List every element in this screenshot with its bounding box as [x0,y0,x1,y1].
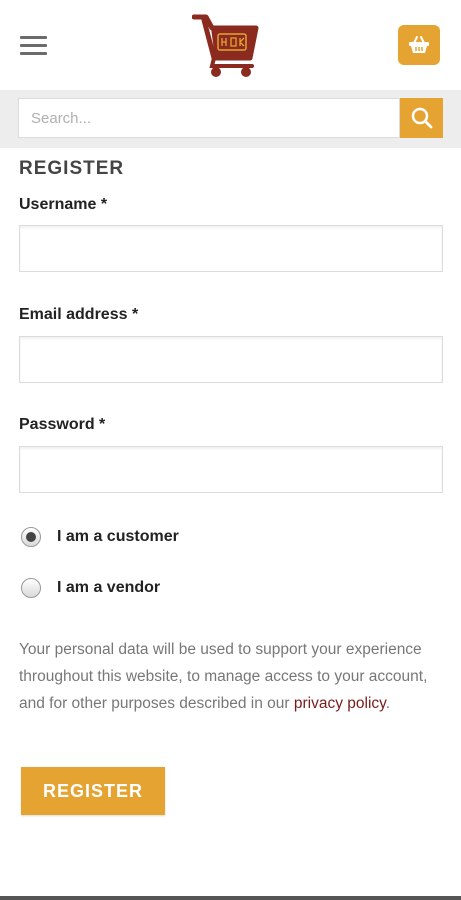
username-label: Username * [19,196,108,213]
role-vendor-option[interactable]: I am a vendor [21,577,160,599]
search-bar [0,90,461,148]
role-vendor-label: I am a vendor [57,579,161,596]
search-icon [411,107,432,129]
search-input[interactable] [18,98,400,138]
basket-icon[interactable] [398,25,440,65]
radio-button-customer[interactable] [21,527,41,547]
username-field[interactable] [19,225,443,272]
email-field[interactable] [19,336,443,383]
hamburger-menu-icon[interactable] [20,34,47,56]
search-button[interactable] [400,98,443,138]
role-customer-label: I am a customer [57,528,179,545]
page-title: REGISTER [19,158,125,179]
password-field[interactable] [19,446,443,493]
radio-button-vendor[interactable] [21,578,41,598]
password-label: Password * [19,416,106,433]
role-customer-option[interactable]: I am a customer [21,526,179,548]
privacy-end: . [385,695,391,712]
register-button[interactable]: REGISTER [21,767,165,815]
email-label: Email address * [19,306,139,323]
shopping-cart-logo[interactable] [192,12,260,78]
register-page: REGISTER Username * Email address * Pass… [0,0,461,900]
site-header [0,0,461,90]
privacy-notice: Your personal data will be used to suppo… [19,636,449,717]
bottom-divider [0,896,461,900]
privacy-policy-link[interactable]: privacy policy [294,695,386,712]
